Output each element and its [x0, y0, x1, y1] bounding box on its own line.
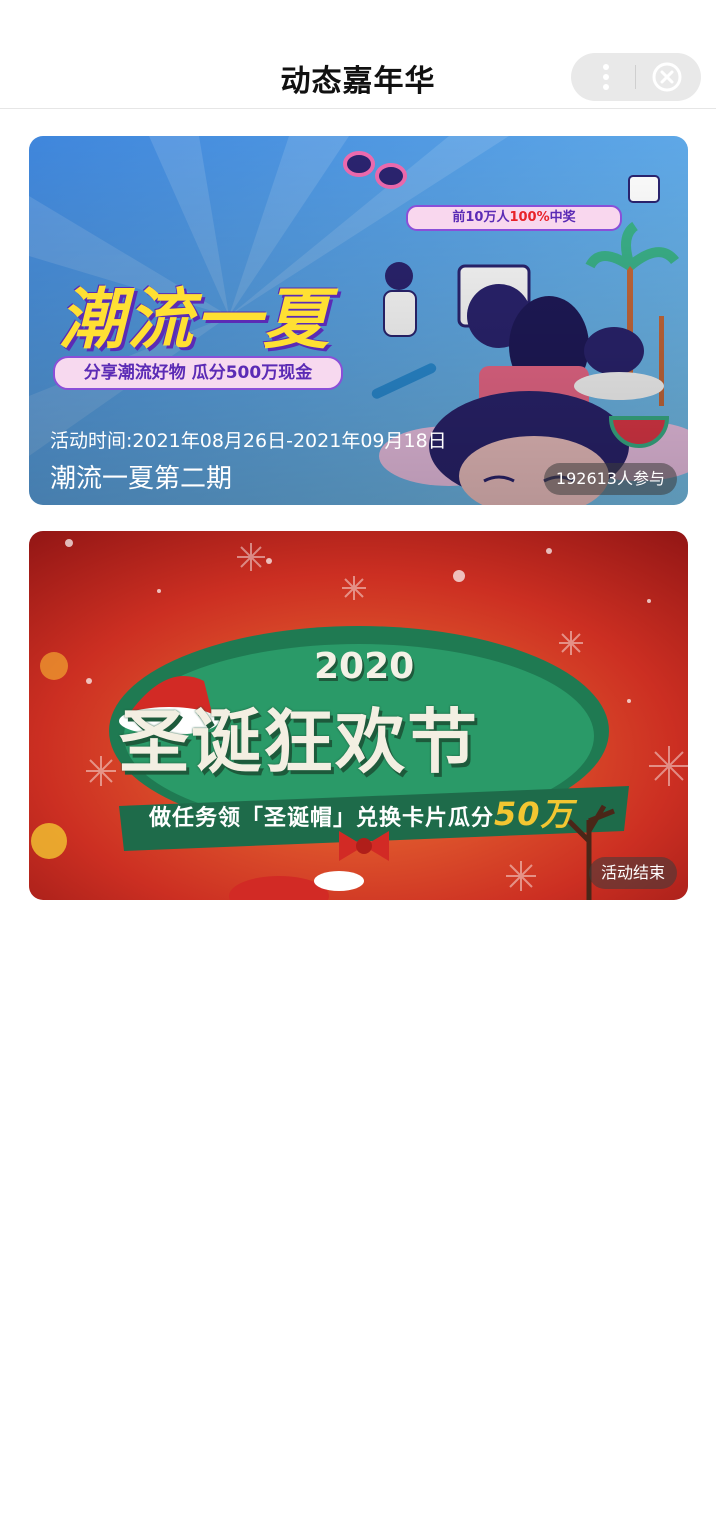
mini-program-capsule	[571, 53, 701, 101]
banner-headline: 圣诞狂欢节	[119, 701, 479, 783]
participant-count-badge: 192613人参与	[543, 463, 677, 495]
activity-card-summer[interactable]: 前10万人100%中奖 潮流一夏 分享潮流好物 瓜分500万现金 活动时间:20…	[29, 136, 688, 505]
activity-name: 潮流一夏第二期	[50, 464, 233, 494]
banner-subtitle: 分享潮流好物 瓜分500万现金	[53, 356, 343, 390]
banner-subtitle: 做任务领「圣诞帽」兑换卡片瓜分50万	[149, 795, 574, 833]
more-vertical-icon[interactable]	[591, 53, 621, 101]
activity-card-christmas[interactable]: 2020 圣诞狂欢节 做任务领「圣诞帽」兑换卡片瓜分50万 活动结束	[29, 531, 688, 900]
navigation-bar: 动态嘉年华	[0, 0, 716, 109]
banner-headline: 潮流一夏	[59, 281, 331, 358]
prize-tag: 前10万人100%中奖	[406, 205, 622, 231]
activity-date: 活动时间:2021年08月26日-2021年09月18日	[50, 430, 447, 452]
activity-status-badge: 活动结束	[588, 857, 677, 889]
banner-year: 2020	[314, 646, 415, 687]
capsule-divider	[635, 65, 636, 89]
close-circle-icon[interactable]	[651, 61, 683, 93]
